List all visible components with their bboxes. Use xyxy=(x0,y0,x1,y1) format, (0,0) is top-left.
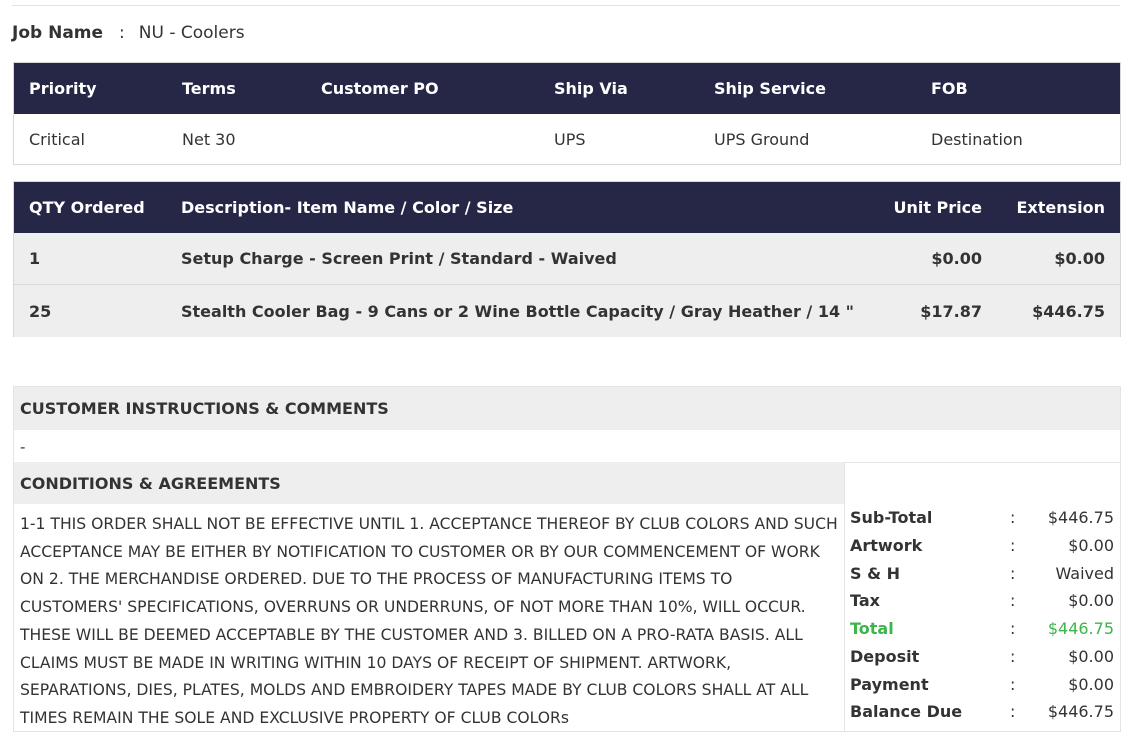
header-fob: FOB xyxy=(931,79,968,98)
job-name-row: Job Name : NU - Coolers xyxy=(12,20,245,46)
shipping-handling-row: S & H : Waived xyxy=(845,559,1120,587)
item-description: Stealth Cooler Bag - 9 Cans or 2 Wine Bo… xyxy=(181,301,855,321)
header-ship-via: Ship Via xyxy=(554,79,628,98)
total-row: Total : $446.75 xyxy=(845,615,1120,643)
tax-label: Tax xyxy=(850,591,880,611)
deposit-row: Deposit : $0.00 xyxy=(845,643,1120,671)
fob-value: Destination xyxy=(931,129,1023,149)
ship-via-value: UPS xyxy=(554,129,586,149)
header-customer-po: Customer PO xyxy=(321,79,439,98)
subtotal-row: Sub-Total : $446.75 xyxy=(845,504,1120,532)
line-items-header-row: QTY Ordered Description- Item Name / Col… xyxy=(14,182,1120,233)
payment-row: Payment : $0.00 xyxy=(845,670,1120,698)
header-description: Description- Item Name / Color / Size xyxy=(181,198,514,217)
item-description: Setup Charge - Screen Print / Standard -… xyxy=(181,249,617,268)
shipping-handling-value: Waived xyxy=(1055,563,1114,583)
balance-due-colon: : xyxy=(1010,702,1016,722)
payment-label: Payment xyxy=(850,674,929,694)
customer-instructions-text: - xyxy=(14,430,1120,463)
job-name-label: Job Name xyxy=(12,23,104,43)
header-qty-ordered: QTY Ordered xyxy=(29,198,145,217)
job-name-colon: : xyxy=(119,23,125,43)
item-qty: 1 xyxy=(29,249,41,268)
artwork-value: $0.00 xyxy=(1068,536,1114,556)
total-value: $446.75 xyxy=(1047,619,1114,639)
deposit-colon: : xyxy=(1010,646,1016,666)
deposit-value: $0.00 xyxy=(1068,646,1114,666)
payment-value: $0.00 xyxy=(1068,674,1114,694)
subtotal-colon: : xyxy=(1010,508,1016,528)
conditions-text: 1-1 THIS ORDER SHALL NOT BE EFFECTIVE UN… xyxy=(20,515,838,727)
totals-panel: Sub-Total : $446.75 Artwork : $0.00 S & … xyxy=(844,462,1121,732)
item-qty: 25 xyxy=(29,301,52,321)
header-ship-service: Ship Service xyxy=(714,79,826,98)
item-unit-price: $17.87 xyxy=(920,301,982,321)
payment-colon: : xyxy=(1010,674,1016,694)
customer-instructions-section: CUSTOMER INSTRUCTIONS & COMMENTS - xyxy=(13,386,1121,463)
balance-due-label: Balance Due xyxy=(850,702,963,722)
artwork-label: Artwork xyxy=(850,536,923,556)
conditions-section: CONDITIONS & AGREEMENTS 1-1 THIS ORDER S… xyxy=(13,462,844,732)
artwork-row: Artwork : $0.00 xyxy=(845,532,1120,560)
job-name-value: NU - Coolers xyxy=(138,23,245,43)
subtotal-label: Sub-Total xyxy=(850,508,933,528)
terms-value: Net 30 xyxy=(182,129,236,149)
order-info-header-row: Priority Terms Customer PO Ship Via Ship… xyxy=(14,63,1120,114)
line-items-table: QTY Ordered Description- Item Name / Col… xyxy=(13,181,1121,337)
ship-service-value: UPS Ground xyxy=(714,129,810,149)
shipping-handling-colon: : xyxy=(1010,563,1016,583)
table-row: 25 Stealth Cooler Bag - 9 Cans or 2 Wine… xyxy=(14,285,1120,337)
order-info-row: Critical Net 30 UPS UPS Ground Destinati… xyxy=(14,114,1120,164)
tax-row: Tax : $0.00 xyxy=(845,587,1120,615)
header-terms: Terms xyxy=(182,79,236,98)
balance-due-value: $446.75 xyxy=(1047,702,1114,722)
total-colon: : xyxy=(1010,619,1016,639)
customer-instructions-title: CUSTOMER INSTRUCTIONS & COMMENTS xyxy=(14,387,1120,430)
subtotal-value: $446.75 xyxy=(1047,508,1114,528)
header-priority: Priority xyxy=(29,79,97,98)
conditions-title: CONDITIONS & AGREEMENTS xyxy=(14,462,844,504)
deposit-label: Deposit xyxy=(850,646,920,666)
header-extension: Extension xyxy=(1016,198,1105,217)
artwork-colon: : xyxy=(1010,536,1016,556)
order-info-table: Priority Terms Customer PO Ship Via Ship… xyxy=(13,62,1121,165)
priority-value: Critical xyxy=(29,129,85,149)
header-unit-price: Unit Price xyxy=(893,198,982,217)
item-extension: $446.75 xyxy=(1032,301,1105,321)
total-label: Total xyxy=(850,619,894,639)
item-unit-price: $0.00 xyxy=(931,249,982,268)
top-divider xyxy=(12,5,1120,6)
table-row: 1 Setup Charge - Screen Print / Standard… xyxy=(14,233,1120,285)
shipping-handling-label: S & H xyxy=(850,563,901,583)
item-extension: $0.00 xyxy=(1054,249,1105,268)
balance-due-row: Balance Due : $446.75 xyxy=(845,698,1120,726)
tax-value: $0.00 xyxy=(1068,591,1114,611)
tax-colon: : xyxy=(1010,591,1016,611)
